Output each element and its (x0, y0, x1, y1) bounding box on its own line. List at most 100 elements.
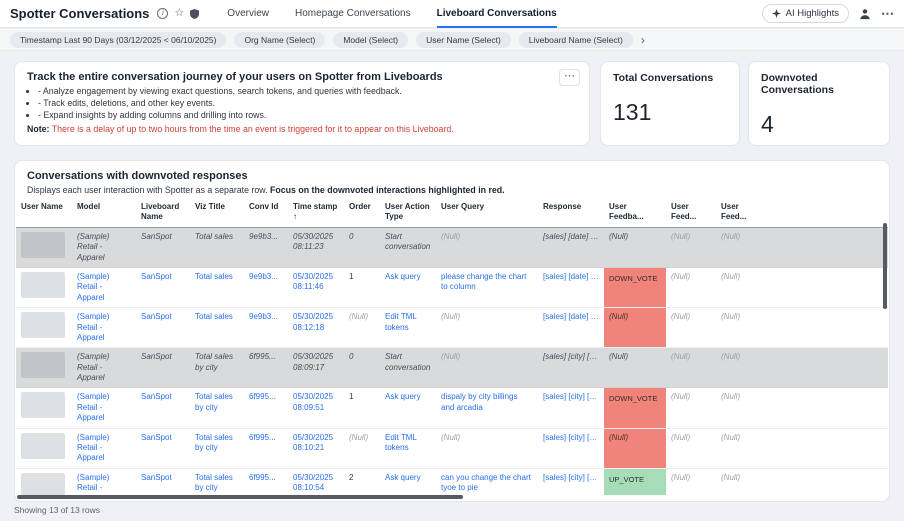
column-header-user-feed[interactable]: User Feed... (666, 198, 716, 227)
tab-homepage-conversations[interactable]: Homepage Conversations (295, 0, 411, 28)
column-header-liveboard-name[interactable]: Liveboard Name (136, 198, 190, 227)
vertical-scrollbar[interactable] (883, 223, 887, 309)
table-cell[interactable]: [sales] [date] = 'la... (538, 308, 604, 348)
filler-cell (766, 348, 888, 388)
table-cell[interactable]: SanSpot (136, 308, 190, 348)
table-cell[interactable]: SanSpot (136, 267, 190, 307)
table-cell[interactable]: Total sales (190, 267, 244, 307)
filter-chip-org-name[interactable]: Org Name (Select) (234, 32, 325, 48)
column-header-filler (766, 198, 888, 227)
table-cell: DOWN_VOTE (604, 388, 666, 428)
table-cell[interactable]: [sales] [date] = 'la... (538, 267, 604, 307)
redacted-user-name (21, 473, 65, 495)
table-cell: Start conversation (380, 227, 436, 267)
table-cell: 6f995... (244, 348, 288, 388)
shield-icon[interactable] (190, 9, 199, 19)
table-cell[interactable]: Total sales by city (190, 468, 244, 495)
table-cell[interactable]: (Sample) Retail - Apparel (72, 388, 136, 428)
ai-highlights-button[interactable]: AI Highlights (762, 4, 849, 23)
user-name-cell (16, 227, 72, 267)
column-header-user-action-type[interactable]: User Action Type (380, 198, 436, 227)
table-cell[interactable]: Edit TML tokens (380, 308, 436, 348)
column-header-conv-id[interactable]: Conv Id (244, 198, 288, 227)
column-header-user-feed[interactable]: User Feed... (716, 198, 766, 227)
table-cell[interactable]: (Sample) Retail - Apparel (72, 428, 136, 468)
column-header-order[interactable]: Order (344, 198, 380, 227)
table-cell[interactable]: Edit TML tokens (380, 428, 436, 468)
table-cell[interactable]: SanSpot (136, 428, 190, 468)
info-icon[interactable]: i (157, 8, 168, 19)
table-cell[interactable]: 6f995... (244, 388, 288, 428)
table-cell[interactable]: 9e9b3... (244, 308, 288, 348)
table-cell[interactable]: SanSpot (136, 388, 190, 428)
more-menu-icon[interactable]: ⋯ (881, 7, 894, 20)
table-cell[interactable]: [sales] [city] [date... (538, 468, 604, 495)
column-header-time-stamp[interactable]: Time stamp ↑ (288, 198, 344, 227)
column-header-user-query[interactable]: User Query (436, 198, 538, 227)
column-header-user-name[interactable]: User Name (16, 198, 72, 227)
table-cell[interactable]: Total sales (190, 308, 244, 348)
redacted-user-name (21, 312, 65, 338)
sort-asc-icon[interactable]: ↑ (293, 212, 297, 221)
table-cell[interactable]: SanSpot (136, 468, 190, 495)
table-cell[interactable]: 9e9b3... (244, 267, 288, 307)
table-cell[interactable]: (Sample) Retail - Apparel (72, 468, 136, 495)
table-cell[interactable]: 6f995... (244, 428, 288, 468)
table-cell: Start conversation (380, 348, 436, 388)
filter-chip-timestamp[interactable]: Timestamp Last 90 Days (03/12/2025 < 06/… (10, 32, 226, 48)
table-row: (Sample) Retail - ApparelSanSpotTotal sa… (16, 308, 888, 348)
table-cell[interactable]: 05/30/2025 08:10:21 (288, 428, 344, 468)
table-cell[interactable]: 05/30/2025 08:11:46 (288, 267, 344, 307)
filter-chip-liveboard-name[interactable]: Liveboard Name (Select) (519, 32, 633, 48)
table-cell[interactable]: Ask query (380, 388, 436, 428)
table-cell[interactable]: Ask query (380, 468, 436, 495)
table-row: (Sample) Retail - ApparelSanSpotTotal sa… (16, 227, 888, 267)
tab-overview[interactable]: Overview (227, 0, 269, 28)
horizontal-scrollbar[interactable] (17, 495, 463, 499)
filler-cell (766, 227, 888, 267)
table-cell[interactable]: 05/30/2025 08:09:51 (288, 388, 344, 428)
person-icon[interactable] (859, 8, 871, 20)
table-cell[interactable]: dispaly by city billings and arcadia (436, 388, 538, 428)
table-cell[interactable]: please change the chart to column (436, 267, 538, 307)
table-row: (Sample) Retail - ApparelSanSpotTotal sa… (16, 428, 888, 468)
table-cell[interactable]: (Sample) Retail - Apparel (72, 308, 136, 348)
column-header-viz-title[interactable]: Viz Title (190, 198, 244, 227)
star-icon[interactable]: ☆ (174, 8, 184, 19)
table-cell[interactable]: (Sample) Retail - Apparel (72, 267, 136, 307)
filler-cell (766, 308, 888, 348)
filter-chip-user-name[interactable]: User Name (Select) (416, 32, 511, 48)
kpi-value: 131 (613, 99, 727, 126)
ai-highlights-label: AI Highlights (786, 8, 839, 19)
tab-liveboard-conversations[interactable]: Liveboard Conversations (437, 0, 557, 28)
column-header-model[interactable]: Model (72, 198, 136, 227)
table-cell: (Null) (436, 308, 538, 348)
insight-card: Track the entire conversation journey of… (14, 61, 590, 146)
table-cell: [sales] [date] = 'la... (538, 227, 604, 267)
top-bar-right: AI Highlights ⋯ (762, 4, 894, 23)
filler-cell (766, 428, 888, 468)
table-cell: (Null) (436, 227, 538, 267)
table-cell: 0 (344, 348, 380, 388)
table-cell[interactable]: [sales] [city] [date... (538, 428, 604, 468)
table-cell: (Sample) Retail - Apparel (72, 227, 136, 267)
table-cell[interactable]: Total sales by city (190, 428, 244, 468)
filter-chip-model[interactable]: Model (Select) (333, 32, 408, 48)
table-cell[interactable]: Ask query (380, 267, 436, 307)
table-cell: (Null) (604, 348, 666, 388)
insight-card-more-icon[interactable]: ⋯ (559, 69, 580, 86)
insight-note: Note: There is a delay of up to two hour… (27, 124, 577, 135)
redacted-user-name (21, 392, 65, 418)
column-header-response[interactable]: Response (538, 198, 604, 227)
table-cell[interactable]: 05/30/2025 08:12:18 (288, 308, 344, 348)
table-cell[interactable]: [sales] [city] [date... (538, 388, 604, 428)
table-cell[interactable]: 05/30/2025 08:10:54 (288, 468, 344, 495)
filters-more-chevron-icon[interactable]: › (641, 34, 645, 46)
column-header-user-feedba[interactable]: User Feedba... (604, 198, 666, 227)
table-cell: (Null) (666, 308, 716, 348)
table-cell[interactable]: can you change the chart tyoe to pie (436, 468, 538, 495)
table-scroll-area: User NameModelLiveboard NameViz TitleCon… (16, 198, 888, 495)
table-cell[interactable]: 6f995... (244, 468, 288, 495)
redacted-user-name (21, 352, 65, 378)
table-cell[interactable]: Total sales by city (190, 388, 244, 428)
